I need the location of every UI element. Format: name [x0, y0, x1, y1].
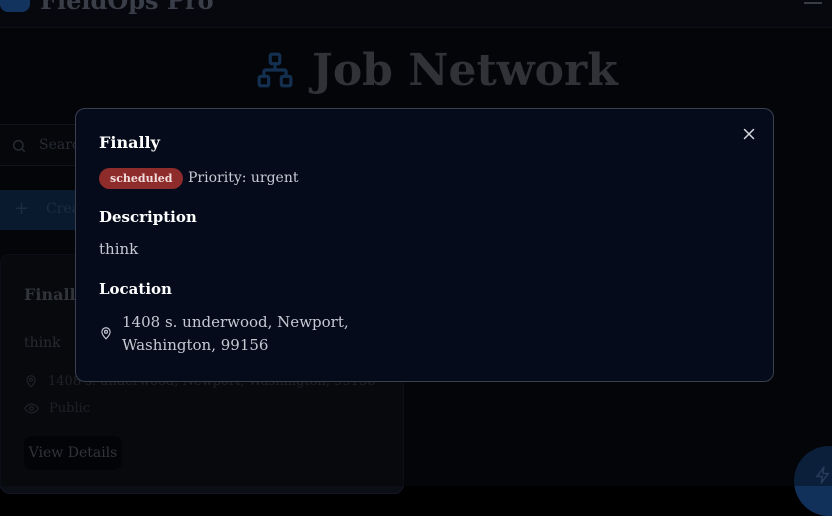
job-detail-modal: Finally scheduled Priority: urgent Descr…	[75, 108, 774, 382]
location-text: 1408 s. underwood, Newport, Washington, …	[122, 311, 412, 357]
priority-label: Priority: urgent	[188, 170, 299, 186]
modal-title: Finally	[99, 133, 160, 152]
description-text: think	[99, 240, 138, 258]
close-icon[interactable]	[740, 125, 758, 143]
status-badge: scheduled	[99, 168, 183, 189]
location-heading: Location	[99, 280, 172, 298]
map-pin-icon	[99, 325, 113, 341]
description-heading: Description	[99, 208, 197, 226]
